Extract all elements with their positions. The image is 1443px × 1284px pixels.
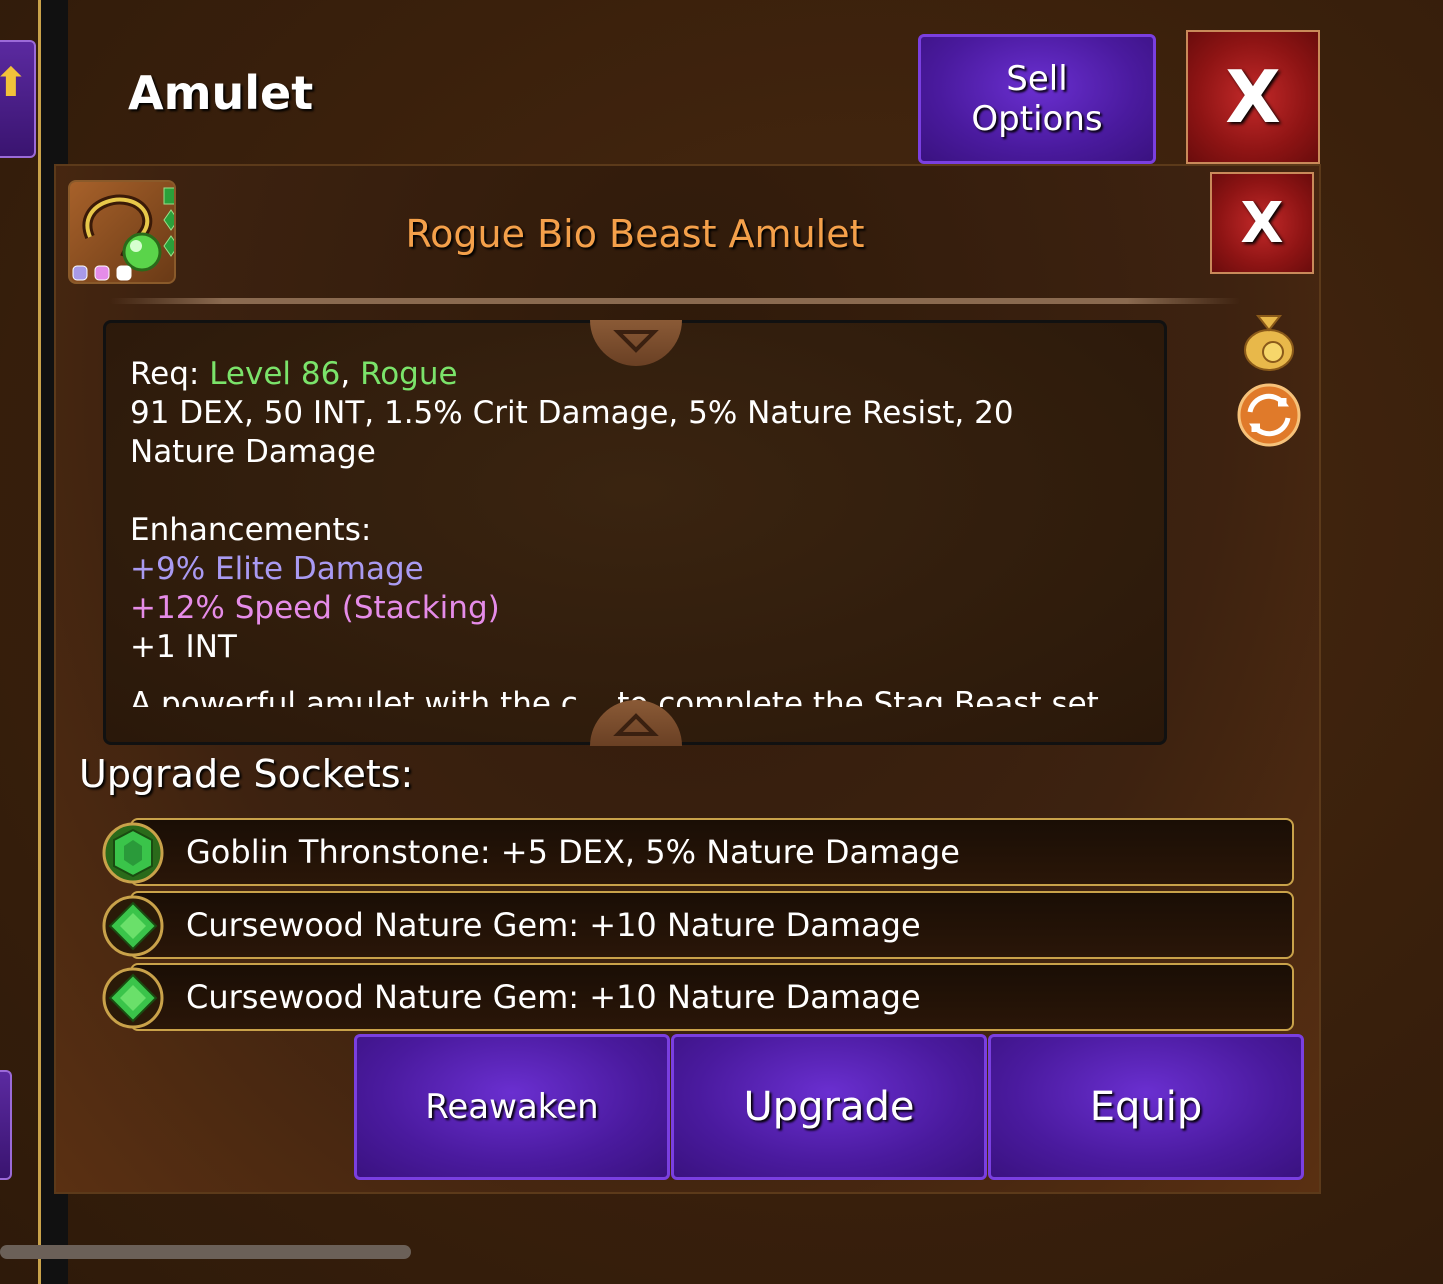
socket-1-text: Goblin Thronstone: +5 DEX, 5% Nature Dam… [186, 833, 960, 871]
header-divider [110, 298, 1240, 304]
close-icon: X [1240, 190, 1284, 256]
upgrade-button[interactable]: Upgrade [671, 1034, 987, 1180]
equip-label: Equip [1089, 1084, 1203, 1130]
up-arrow-icon: ⬆ [0, 60, 28, 106]
close-item-button[interactable]: X [1210, 172, 1314, 274]
left-tab-button[interactable]: ⬆ [0, 40, 36, 158]
item-name: Rogue Bio Beast Amulet [405, 212, 865, 256]
sell-options-line1: Sell [1006, 59, 1068, 99]
thronstone-icon [102, 822, 164, 884]
close-icon: X [1225, 55, 1281, 139]
enhancements-label: Enhancements: [130, 512, 372, 548]
scroll-down-handle[interactable] [590, 320, 682, 366]
req-class: Rogue [360, 356, 458, 392]
nature-gem-icon [102, 895, 164, 957]
item-stats: 91 DEX, 50 INT, 1.5% Crit Damage, 5% Nat… [130, 395, 1014, 470]
page-title: Amulet [128, 66, 314, 120]
sell-options-line2: Options [971, 99, 1103, 139]
socket-row[interactable]: Cursewood Nature Gem: +10 Nature Damage [130, 963, 1294, 1031]
req-separator: , [340, 356, 351, 392]
socket-2-text: Cursewood Nature Gem: +10 Nature Damage [186, 906, 921, 944]
enhancement-elite-damage: +9% Elite Damage [130, 551, 424, 587]
upgrade-label: Upgrade [743, 1084, 915, 1130]
item-description-box[interactable]: Req: Level 86, Rogue 91 DEX, 50 INT, 1.5… [103, 320, 1167, 745]
sell-options-button[interactable]: Sell Options [918, 34, 1156, 164]
equip-button[interactable]: Equip [988, 1034, 1304, 1180]
req-label: Req: [130, 356, 200, 392]
swap-arrows-icon[interactable] [1236, 382, 1302, 448]
socket-row[interactable]: Goblin Thronstone: +5 DEX, 5% Nature Dam… [130, 818, 1294, 886]
enhancement-int: +1 INT [130, 629, 237, 665]
socket-row[interactable]: Cursewood Nature Gem: +10 Nature Damage [130, 891, 1294, 959]
left-tab-button-lower[interactable] [0, 1070, 12, 1180]
upgrade-sockets-title: Upgrade Sockets: [79, 752, 414, 796]
scroll-up-handle[interactable] [590, 700, 682, 746]
close-window-button[interactable]: X [1186, 30, 1320, 164]
enhancement-speed: +12% Speed (Stacking) [130, 590, 500, 626]
socket-3-text: Cursewood Nature Gem: +10 Nature Damage [186, 978, 921, 1016]
reawaken-label: Reawaken [425, 1087, 599, 1127]
gold-bag-icon[interactable] [1240, 306, 1298, 372]
req-level: Level 86 [209, 356, 341, 392]
horizontal-scrollbar[interactable] [0, 1245, 411, 1259]
reawaken-button[interactable]: Reawaken [354, 1034, 670, 1180]
nature-gem-icon [102, 967, 164, 1029]
